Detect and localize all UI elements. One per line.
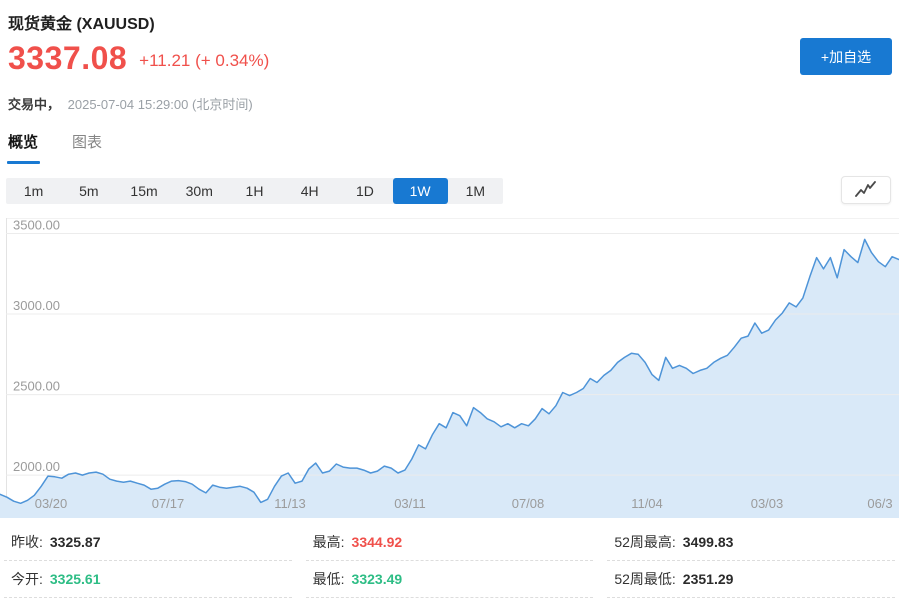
y-axis-label: 3500.00 [13,218,60,233]
tab-chart[interactable]: 图表 [72,131,102,164]
stat-label: 52周最高: [614,534,676,550]
period-button-1m[interactable]: 1m [6,178,61,204]
price-change: +11.21 (+ 0.34%) [139,51,270,70]
trading-status: 交易中， 2025-07-04 15:29:00 (北京时间) [8,94,253,113]
quote-stats: 昨收: 3325.87 最高: 3344.92 52周最高: 3499.83 今… [0,524,899,598]
period-button-4h[interactable]: 4H [282,178,337,204]
x-axis-label: 03/20 [35,496,68,511]
active-tab-underline [7,161,40,164]
add-watchlist-button[interactable]: +加自选 [800,38,892,75]
stat-label: 今开: [11,571,43,587]
stat-label: 52周最低: [614,571,676,587]
chart-type-button[interactable] [841,176,891,204]
x-axis-label: 06/3 [867,496,892,511]
stat-prev-close: 昨收: 3325.87 [4,524,292,561]
x-axis-label: 07/08 [512,496,545,511]
trading-state-label: 交易中， [8,97,61,112]
stat-value: 3325.61 [49,571,101,587]
stat-open: 今开: 3325.61 [4,561,292,598]
period-button-1d[interactable]: 1D [337,178,392,204]
x-axis-label: 11/04 [631,496,663,511]
stat-value: 3499.83 [682,534,734,550]
price-chart[interactable]: 2000.00 2500.00 3000.00 3500.00 03/20 07/17 11… [0,218,899,518]
x-axis-label: 07/17 [152,496,185,511]
period-button-5m[interactable]: 5m [61,178,116,204]
stat-52w-high: 52周最高: 3499.83 [607,524,895,561]
stat-value: 2351.29 [682,571,734,587]
x-axis-label: 03/03 [751,496,784,511]
x-axis-label: 11/13 [274,496,306,511]
price-chart-canvas[interactable]: 2000.00 2500.00 3000.00 3500.00 03/20 07/17 11… [0,218,899,518]
period-button-30m[interactable]: 30m [172,178,227,204]
period-button-15m[interactable]: 15m [116,178,171,204]
status-timezone: (北京时间) [191,97,253,112]
period-button-1mo[interactable]: 1M [448,178,503,204]
stat-value: 3344.92 [351,534,403,550]
tab-overview[interactable]: 概览 [7,131,40,164]
period-button-1w[interactable]: 1W [392,178,448,204]
trend-line-icon [855,181,876,197]
current-price: 3337.08 [8,40,128,76]
tab-chart-label: 图表 [72,134,103,151]
x-axis-label: 03/11 [394,496,426,511]
stat-label: 最低: [312,571,345,587]
stat-high: 最高: 3344.92 [305,524,594,561]
tab-bar: 概览 图表 [7,131,102,164]
y-axis-label: 2500.00 [13,379,60,394]
stat-value: 3323.49 [351,571,403,587]
price-area-fill [0,239,899,518]
status-timestamp: 2025-07-04 15:29:00 [67,97,189,112]
period-toolbar: 1m 5m 15m 30m 1H 4H 1D 1W 1M [6,178,503,204]
y-axis-label: 3000.00 [13,298,60,313]
instrument-title: 现货黄金 (XAUUSD) [8,16,155,33]
period-button-1h[interactable]: 1H [227,178,282,204]
y-axis-label: 2000.00 [13,459,60,474]
stat-52w-low: 52周最低: 2351.29 [607,561,895,598]
stat-label: 昨收: [11,534,43,550]
price-row: 3337.08 +11.21 (+ 0.34%) [8,42,269,74]
tab-overview-label: 概览 [8,134,39,151]
stat-value: 3325.87 [49,534,101,550]
stat-low: 最低: 3323.49 [305,561,594,598]
stat-label: 最高: [312,534,345,550]
